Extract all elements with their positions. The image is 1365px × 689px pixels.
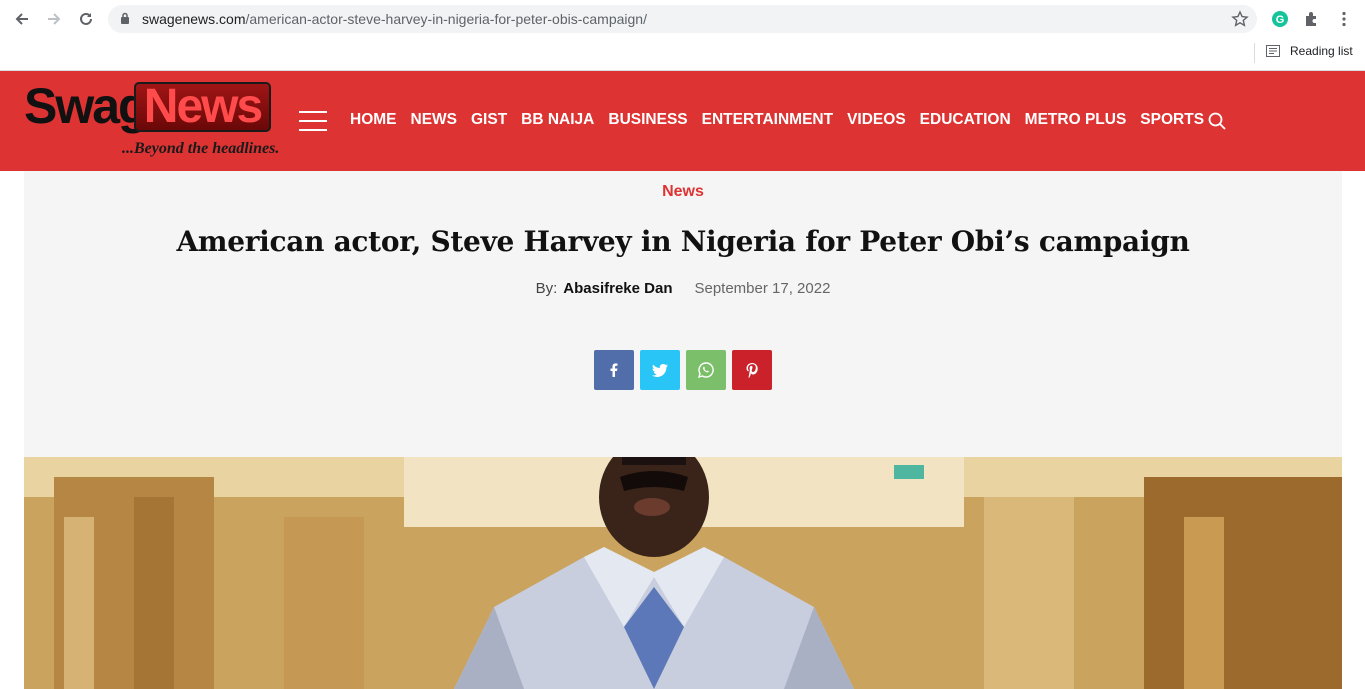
url-text: swagenews.com/american-actor-steve-harve… [142, 11, 647, 27]
divider [1254, 43, 1255, 63]
article-meta: By: Abasifreke Dan September 17, 2022 [24, 280, 1342, 297]
reload-icon [80, 12, 92, 25]
menu-item-videos[interactable]: VIDEOS [847, 111, 906, 129]
main-menu: HOME NEWS GIST BB NAIJA BUSINESS ENTERTA… [350, 111, 1204, 129]
twitter-share-button[interactable] [640, 350, 680, 390]
search-icon[interactable] [1207, 111, 1227, 131]
by-label: By: [535, 280, 558, 297]
whatsapp-share-button[interactable] [686, 350, 726, 390]
reading-list-label: Reading list [1290, 44, 1353, 58]
article-title: American actor, Steve Harvey in Nigeria … [176, 225, 1190, 258]
twitter-icon [652, 363, 668, 377]
menu-item-business[interactable]: BUSINESS [608, 111, 687, 129]
url-domain: swagenews.com [142, 11, 246, 27]
menu-item-sports[interactable]: SPORTS [1140, 111, 1204, 129]
forward-arrow-icon [48, 13, 61, 25]
featured-photo [24, 457, 1342, 689]
menu-item-metro-plus[interactable]: METRO PLUS [1025, 111, 1127, 129]
logo-word-news: News [134, 82, 271, 132]
logo-tagline: ...Beyond the headlines. [122, 140, 280, 157]
browser-menu-button[interactable] [1333, 8, 1355, 30]
menu-item-education[interactable]: EDUCATION [920, 111, 1011, 129]
facebook-icon [610, 363, 618, 377]
svg-text:G: G [1276, 14, 1285, 26]
address-bar[interactable]: swagenews.com/american-actor-steve-harve… [108, 5, 1257, 33]
back-arrow-icon [15, 13, 28, 25]
menu-item-home[interactable]: HOME [350, 111, 397, 129]
pinterest-share-button[interactable] [732, 350, 772, 390]
menu-item-news[interactable]: NEWS [411, 111, 458, 129]
extensions-button[interactable] [1301, 8, 1323, 30]
back-button[interactable] [10, 7, 34, 31]
grammarly-extension-button[interactable]: G [1269, 8, 1291, 30]
whatsapp-icon [698, 362, 714, 378]
browser-toolbar: swagenews.com/american-actor-steve-harve… [0, 0, 1365, 38]
puzzle-icon [1306, 12, 1316, 26]
forward-button[interactable] [42, 7, 66, 31]
kebab-menu-icon [1342, 11, 1346, 27]
grammarly-icon: G [1272, 11, 1288, 27]
reading-list-icon [1266, 45, 1280, 57]
author-link[interactable]: Abasifreke Dan [563, 280, 672, 297]
menu-item-entertainment[interactable]: ENTERTAINMENT [702, 111, 833, 129]
article-header: News American actor, Steve Harvey in Nig… [24, 171, 1342, 457]
share-buttons [594, 350, 772, 390]
reload-button[interactable] [74, 7, 98, 31]
bookmark-star-icon[interactable] [1231, 10, 1249, 28]
lock-icon [121, 12, 129, 24]
site-header: Swage News ...Beyond the headlines. HOME… [0, 71, 1365, 171]
bookmarks-bar: Reading list [0, 38, 1365, 71]
url-path: /american-actor-steve-harvey-in-nigeria-… [245, 11, 647, 27]
hamburger-menu-icon[interactable] [299, 111, 327, 131]
category-link[interactable]: News [24, 183, 1342, 201]
publish-date: September 17, 2022 [694, 280, 831, 297]
facebook-share-button[interactable] [594, 350, 634, 390]
site-logo[interactable]: Swage News ...Beyond the headlines. [24, 80, 279, 162]
reading-list-button[interactable]: Reading list [1266, 44, 1353, 58]
menu-item-gist[interactable]: GIST [471, 111, 507, 129]
menu-item-bb-naija[interactable]: BB NAIJA [521, 111, 594, 129]
pinterest-icon [746, 362, 758, 378]
featured-image [24, 457, 1342, 689]
